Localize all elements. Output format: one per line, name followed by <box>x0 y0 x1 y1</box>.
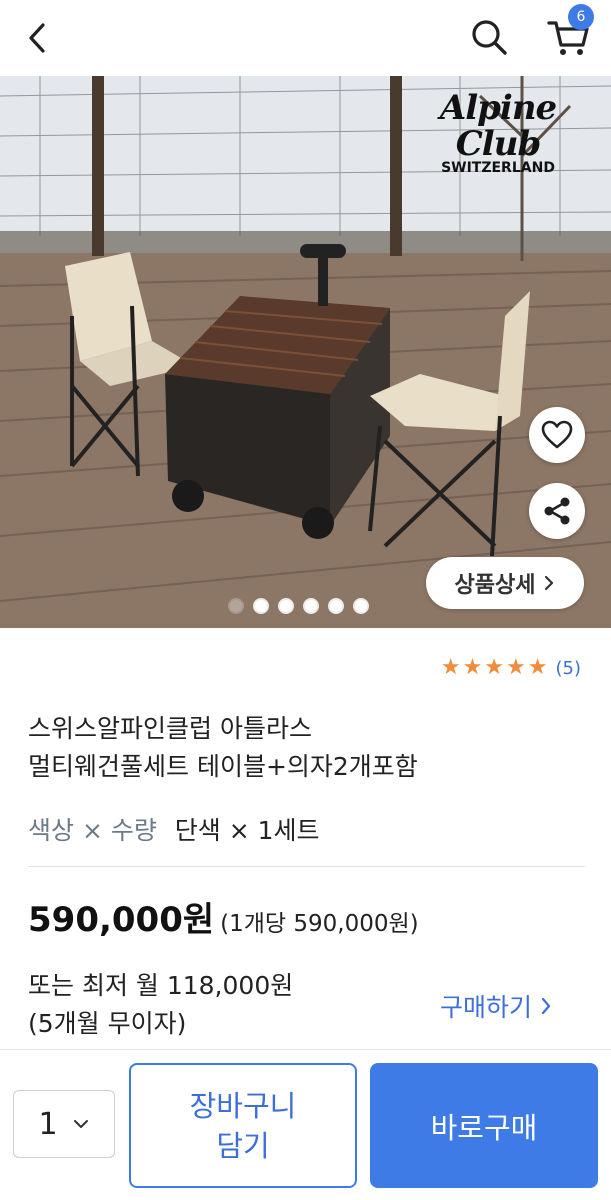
search-icon <box>472 20 507 55</box>
heart-icon <box>541 420 573 449</box>
selected-option: 색상 × 수량 단색 × 1세트 <box>28 813 320 849</box>
chevron-right-icon <box>545 575 554 591</box>
back-button[interactable] <box>14 14 62 62</box>
installment-line2: (5개월 무이자) <box>28 1009 187 1038</box>
product-detail-button[interactable]: 상품상세 <box>426 557 584 609</box>
cart-count-badge: 6 <box>568 4 594 30</box>
back-arrow-icon <box>29 23 45 53</box>
star-icon: ★ <box>462 655 483 680</box>
share-icon <box>544 497 570 525</box>
carousel-dot[interactable] <box>278 598 294 614</box>
carousel-dot[interactable] <box>353 598 369 614</box>
add-to-cart-line2: 담기 <box>216 1128 270 1163</box>
add-to-cart-button[interactable]: 장바구니 담기 <box>129 1063 357 1188</box>
search-button[interactable] <box>462 12 516 62</box>
star-icon: ★ <box>484 655 505 680</box>
product-title: 스위스알파인클럽 아틀라스 멀티웨건풀세트 테이블+의자2개포함 <box>28 710 588 786</box>
share-button[interactable] <box>529 483 585 539</box>
quantity-select[interactable]: 1 <box>13 1090 115 1158</box>
star-icon: ★ <box>527 655 548 680</box>
brand-logo-line1: Alpine Club <box>439 88 557 164</box>
buy-now-button[interactable]: 바로구매 <box>370 1063 598 1188</box>
product-title-line1: 스위스알파인클럽 아틀라스 <box>28 714 312 743</box>
top-header: 6 <box>0 0 611 76</box>
buy-now-label: 바로구매 <box>430 1110 538 1145</box>
carousel-dot[interactable] <box>328 598 344 614</box>
carousel-dot[interactable] <box>228 598 244 614</box>
brand-logo: Alpine Club SWITZERLAND <box>403 90 593 176</box>
carousel-dot[interactable] <box>253 598 269 614</box>
price-row: 590,000원 (1개당 590,000원) <box>28 892 419 941</box>
installment-buy-label: 구매하기 <box>440 993 533 1022</box>
carousel-indicator <box>228 598 369 614</box>
product-price: 590,000원 <box>28 900 215 940</box>
chevron-right-icon <box>541 997 551 1015</box>
product-detail-label: 상품상세 <box>454 573 536 598</box>
star-icon: ★ <box>506 655 526 680</box>
divider <box>28 866 585 867</box>
review-count[interactable]: (5) <box>556 658 582 679</box>
installment-line1: 또는 최저 월 118,000원 <box>28 971 294 1000</box>
chevron-down-icon <box>73 1120 88 1128</box>
carousel-dot[interactable] <box>303 598 319 614</box>
quantity-value: 1 <box>38 1106 58 1142</box>
add-to-cart-line1: 장바구니 <box>189 1088 297 1123</box>
like-button[interactable] <box>529 407 585 463</box>
star-icon: ★ <box>440 655 461 680</box>
option-value: 단색 × 1세트 <box>174 816 320 845</box>
rating-summary[interactable]: ★ ★ ★ ★ ★ (5) <box>441 656 581 680</box>
brand-logo-line2: SWITZERLAND <box>441 160 555 176</box>
unit-price: (1개당 590,000원) <box>220 911 419 937</box>
installment-buy-link[interactable]: 구매하기 <box>440 988 552 1024</box>
option-label: 색상 × 수량 <box>28 816 157 845</box>
installment-info: 또는 최저 월 118,000원 (5개월 무이자) <box>28 967 293 1043</box>
product-image[interactable]: Alpine Club SWITZERLAND <box>0 76 611 628</box>
product-title-line2: 멀티웨건풀세트 테이블+의자2개포함 <box>28 752 418 781</box>
